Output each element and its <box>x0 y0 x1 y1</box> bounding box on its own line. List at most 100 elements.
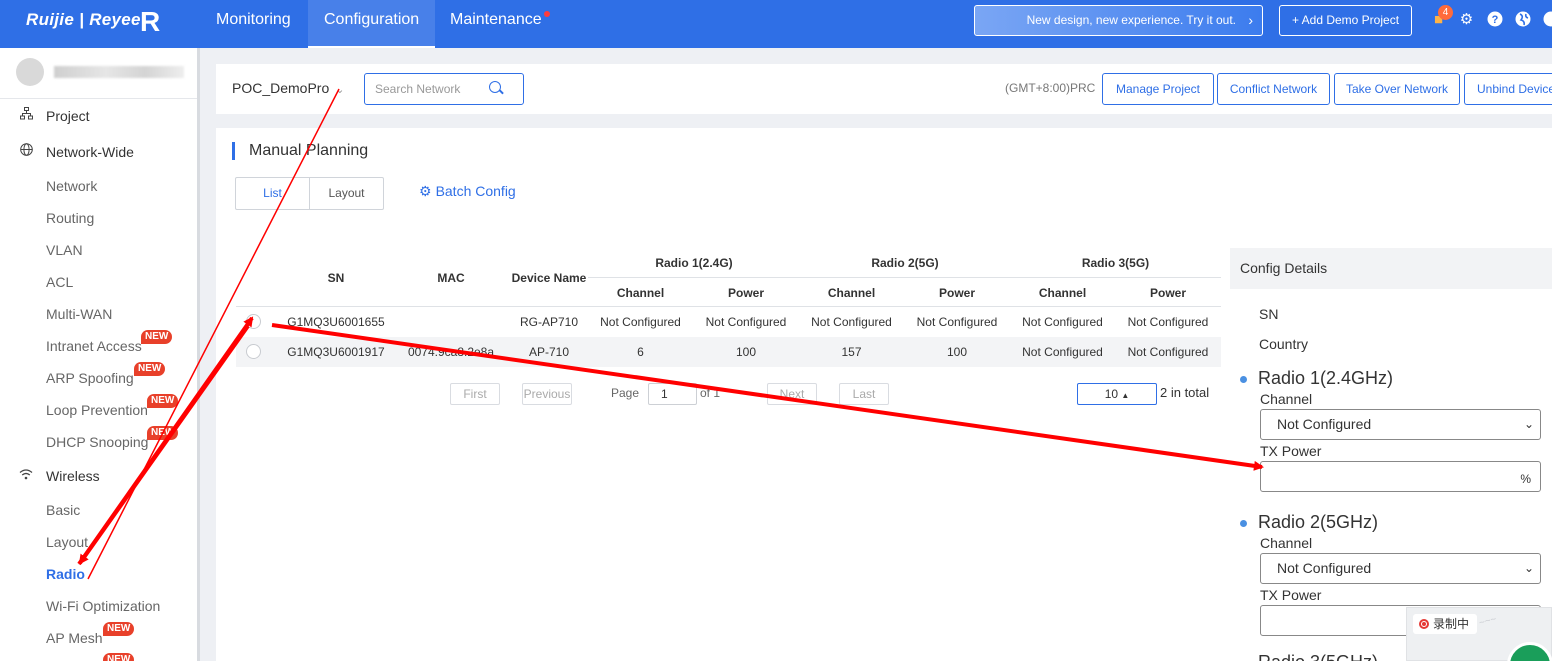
conflict-network-button[interactable]: Conflict Network <box>1217 73 1330 105</box>
sidebar: Project Network-Wide Network Routing VLA… <box>0 48 200 661</box>
cell-r1-channel: 6 <box>637 345 644 359</box>
sidebar-item-wireless[interactable]: Wireless <box>0 461 197 491</box>
sidebar-item-dhcp-snooping[interactable]: DHCP Snooping <box>46 430 158 454</box>
project-toolbar: POC_DemoPro ⌄ (GMT+8:00)PRC Manage Projec… <box>216 64 1552 114</box>
cell-device-name: RG-AP710 <box>519 315 579 329</box>
new-badge: NEW <box>103 653 135 661</box>
cell-r3-channel: Not Configured <box>1022 315 1103 329</box>
search-input[interactable] <box>365 74 485 104</box>
cell-r2-channel: Not Configured <box>811 315 892 329</box>
pagination-total: 2 in total <box>1160 385 1210 400</box>
unbind-device-button[interactable]: Unbind Device <box>1464 73 1552 105</box>
config-country-label: Country <box>1259 336 1309 352</box>
pagination-next-button[interactable]: Next <box>767 383 817 405</box>
tab-list[interactable]: List <box>236 178 310 209</box>
cell-r3-power: Not Configured <box>1127 315 1209 329</box>
table-row[interactable]: G1MQ3U6001655 RG-AP710 Not Configured No… <box>236 307 1221 337</box>
radio1-channel-select[interactable]: Not Configured ⌄ <box>1260 409 1541 440</box>
new-badge: NEW <box>141 330 173 344</box>
pagination-previous-button[interactable]: Previous <box>522 383 572 405</box>
cell-r2-power: 100 <box>946 345 968 359</box>
help-icon[interactable]: ? <box>1486 11 1503 28</box>
sidebar-item-vlan[interactable]: VLAN <box>46 238 83 262</box>
take-over-network-button[interactable]: Take Over Network <box>1334 73 1460 105</box>
radio2-channel-value: Not Configured <box>1277 560 1372 576</box>
sidebar-item-label: Wireless <box>46 468 100 484</box>
record-icon <box>1419 619 1429 629</box>
new-design-banner-button[interactable]: New design, new experience. Try it out. … <box>974 5 1263 36</box>
gear-icon[interactable]: ⚙ <box>1458 11 1475 28</box>
batch-config-label: Batch Config <box>435 183 516 199</box>
sidebar-item-ap-mesh[interactable]: AP Mesh <box>46 626 103 650</box>
sidebar-item-basic[interactable]: Basic <box>46 498 80 522</box>
row-select-radio[interactable] <box>246 344 261 359</box>
sidebar-item-project[interactable]: Project <box>0 101 197 131</box>
manage-project-button[interactable]: Manage Project <box>1102 73 1214 105</box>
page-title: Manual Planning <box>232 142 368 160</box>
radio2-title: Radio 2(5GHz) <box>1258 512 1379 532</box>
sidebar-item-acl[interactable]: ACL <box>46 270 73 294</box>
recording-status[interactable]: 录制中 <box>1413 614 1477 634</box>
nav-configuration[interactable]: Configuration <box>308 0 436 48</box>
pagination-first-button[interactable]: First <box>450 383 500 405</box>
nav-monitoring[interactable]: Monitoring <box>216 0 291 48</box>
table-row[interactable]: G1MQ3U6001917 0074.9ca8.2e8a AP-710 6 10… <box>236 337 1221 367</box>
add-demo-project-button[interactable]: + Add Demo Project <box>1279 5 1412 36</box>
sidebar-item-intranet-access[interactable]: Intranet Access <box>46 334 142 358</box>
config-details-panel: Config Details SN Country Radio 1(2.4GHz… <box>1230 248 1552 661</box>
brand-text: Ruijie | Reyee <box>26 10 141 29</box>
globe-icon[interactable] <box>1514 11 1531 28</box>
radio2-channel-select[interactable]: Not Configured ⌄ <box>1260 553 1541 584</box>
tab-layout[interactable]: Layout <box>310 178 383 209</box>
sidebar-item-label: Project <box>46 108 90 124</box>
sidebar-item-multi-wan[interactable]: Multi-WAN <box>46 302 112 326</box>
new-badge: NEW <box>147 394 179 408</box>
sidebar-item-routing[interactable]: Routing <box>46 206 94 230</box>
column-header-sn: SN <box>327 271 345 285</box>
radio3-title: Radio 3(5GHz) <box>1258 652 1378 661</box>
search-icon[interactable] <box>489 81 501 93</box>
cell-r1-power: 100 <box>735 345 757 359</box>
user-icon[interactable] <box>1542 11 1552 28</box>
cell-sn: G1MQ3U6001917 <box>287 345 385 359</box>
config-details-title: Config Details <box>1230 248 1552 289</box>
timezone-label: (GMT+8:00)PRC <box>1005 81 1096 95</box>
brand-logo[interactable]: Ruijie | Reyee R <box>26 6 160 37</box>
chevron-right-icon: › <box>1248 12 1253 28</box>
nav-maintenance[interactable]: Maintenance <box>450 0 550 48</box>
sidebar-item-radio[interactable]: Radio <box>46 562 85 586</box>
project-tree-icon <box>18 101 34 131</box>
sidebar-divider <box>0 98 197 99</box>
pagination-last-button[interactable]: Last <box>839 383 889 405</box>
chevron-down-icon: ⌄ <box>1523 561 1534 575</box>
column-header-radio1: Radio 1(2.4G) <box>655 256 733 270</box>
new-badge: NEW <box>147 426 179 440</box>
user-profile[interactable] <box>16 58 186 86</box>
screen-recording-widget[interactable]: ~~~ 录制中 <box>1406 607 1552 661</box>
sidebar-item-arp-spoofing[interactable]: ARP Spoofing <box>46 366 134 390</box>
column-header-mac: MAC <box>437 271 465 285</box>
sidebar-item-network-wide[interactable]: Network-Wide <box>0 137 197 167</box>
radio2-tx-power-label: TX Power <box>1260 587 1322 603</box>
notification-dot <box>543 11 550 17</box>
chevron-down-icon: ⌄ <box>1523 417 1534 431</box>
column-header-radio3: Radio 3(5G) <box>1081 256 1150 270</box>
page-size-select[interactable]: 10 ▲ <box>1077 383 1157 405</box>
pagination-page-input[interactable]: 1 <box>648 383 697 405</box>
recorder-button[interactable] <box>1507 642 1552 661</box>
sidebar-item-layout[interactable]: Layout <box>46 530 88 554</box>
row-select-radio[interactable] <box>246 314 261 329</box>
sidebar-item-wifi-optimization[interactable]: Wi-Fi Optimization <box>46 594 160 618</box>
batch-config-button[interactable]: ⚙ Batch Config <box>419 183 516 200</box>
project-name: POC_DemoPro <box>232 80 330 96</box>
project-selector[interactable]: POC_DemoPro ⌄ <box>232 80 344 96</box>
sidebar-item-loop-prevention[interactable]: Loop Prevention <box>46 398 148 422</box>
radio1-tx-power-input[interactable]: % <box>1260 461 1541 492</box>
bullet-dot <box>1240 520 1247 527</box>
nav-maintenance-label: Maintenance <box>450 11 542 28</box>
sidebar-item-network[interactable]: Network <box>46 174 97 198</box>
svg-text:?: ? <box>1491 14 1498 26</box>
cell-r1-power: Not Configured <box>705 315 787 329</box>
caret-up-icon: ▲ <box>1121 391 1130 400</box>
radio2-channel-label: Channel <box>1260 535 1313 551</box>
